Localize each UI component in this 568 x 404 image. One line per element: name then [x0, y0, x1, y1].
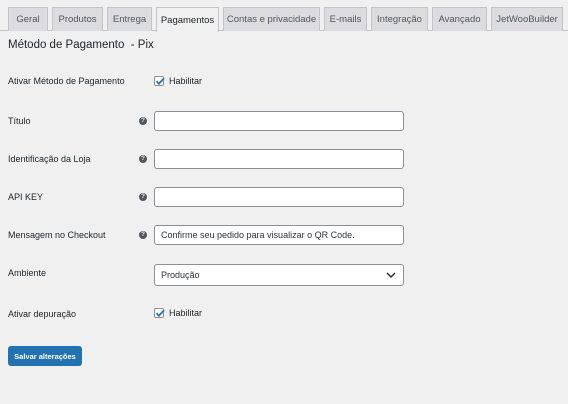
settings-tabs: Geral Produtos Entrega Pagamentos Contas…: [0, 0, 568, 32]
help-icon: ?: [139, 155, 147, 163]
chevron-down-icon: [386, 272, 396, 279]
help-icon: ?: [139, 117, 147, 125]
title-label: Título: [8, 116, 31, 126]
api-key-input[interactable]: [154, 187, 404, 207]
tab-integracao[interactable]: Integração: [371, 7, 428, 31]
debug-control[interactable]: Habilitar: [154, 308, 202, 318]
tab-e-mails[interactable]: E-mails: [324, 7, 367, 31]
checkmark-icon: [155, 309, 165, 318]
environment-label: Ambiente: [8, 268, 47, 278]
help-icon: ?: [139, 231, 147, 239]
tab-avancado[interactable]: Avançado: [432, 7, 487, 31]
checkmark-icon: [155, 77, 165, 86]
save-changes-button[interactable]: Salvar alterações: [8, 346, 82, 366]
help-icon: ?: [139, 193, 147, 201]
tab-produtos[interactable]: Produtos: [52, 7, 103, 31]
debug-checkbox-label: Habilitar: [169, 308, 203, 318]
environment-select[interactable]: Produção: [154, 264, 404, 286]
enable-method-checkbox[interactable]: [154, 76, 165, 86]
debug-label: Ativar depuração: [8, 309, 77, 319]
page-title: Método de Pagamento - Pix: [8, 39, 154, 51]
environment-selected-value: Produção: [161, 270, 200, 280]
api-key-label: API KEY: [8, 192, 44, 202]
debug-checkbox[interactable]: [154, 308, 165, 318]
tab-entrega[interactable]: Entrega: [107, 7, 152, 31]
tab-geral[interactable]: Geral: [8, 7, 48, 31]
checkout-message-input[interactable]: Confirme seu pedido para visualizar o QR…: [154, 225, 404, 245]
enable-method-checkbox-label: Habilitar: [169, 76, 203, 86]
title-input[interactable]: [154, 111, 404, 131]
tab-jetwoobuilder[interactable]: JetWooBuilder: [491, 7, 563, 31]
enable-method-label: Ativar Método de Pagamento: [8, 76, 125, 86]
store-id-input[interactable]: [154, 149, 404, 169]
enable-method-control[interactable]: Habilitar: [154, 76, 202, 86]
tab-contas-e-privacidade[interactable]: Contas e privacidade: [223, 7, 320, 31]
tab-pagamentos[interactable]: Pagamentos: [156, 7, 219, 32]
store-id-label: Identificação da Loja: [8, 154, 91, 164]
checkout-message-label: Mensagem no Checkout: [8, 230, 106, 240]
